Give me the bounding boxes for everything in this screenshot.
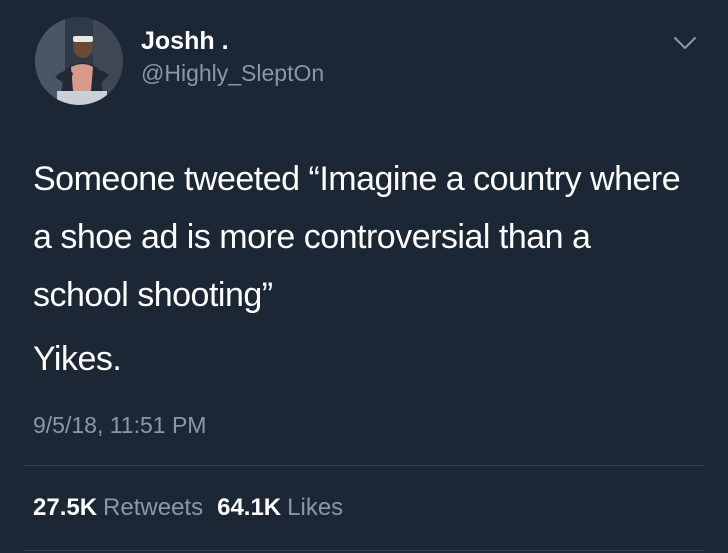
likes-count: 64.1K: [217, 494, 282, 521]
retweets-label: Retweets: [103, 494, 204, 521]
retweets-stat[interactable]: 27.5K Retweets: [33, 494, 203, 521]
likes-label: Likes: [287, 494, 344, 521]
divider: [24, 550, 704, 551]
tweet-stats: 27.5K Retweets 64.1K Likes: [33, 494, 343, 522]
avatar-image: [35, 17, 123, 105]
display-name[interactable]: Joshh .: [141, 27, 229, 56]
tweet-paragraph: Yikes.: [33, 340, 122, 378]
likes-stat[interactable]: 64.1K Likes: [217, 494, 343, 521]
tweet-timestamp[interactable]: 9/5/18, 11:51 PM: [33, 412, 206, 439]
tweet-card: Joshh . @Highly_SleptOn Someone tweeted …: [0, 0, 728, 553]
tweet-text: Someone tweeted “Imagine a country where…: [33, 150, 693, 388]
divider: [24, 465, 704, 466]
tweet-paragraph: Someone tweeted “Imagine a country where…: [33, 160, 681, 314]
chevron-down-icon[interactable]: [672, 34, 698, 52]
avatar[interactable]: [35, 17, 123, 105]
retweets-count: 27.5K: [33, 494, 98, 521]
user-handle[interactable]: @Highly_SleptOn: [141, 60, 324, 87]
